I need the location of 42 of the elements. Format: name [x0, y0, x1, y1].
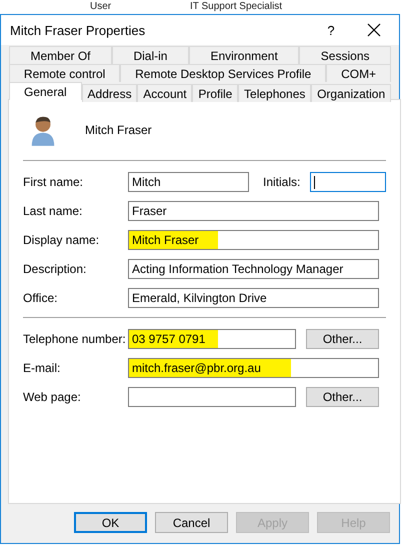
text-field[interactable] [310, 172, 386, 192]
dialog-button[interactable]: OK [74, 512, 147, 533]
tab[interactable]: COM+ [326, 64, 391, 82]
field-label: Initials: [263, 175, 300, 189]
text-field[interactable]: Mitch [128, 172, 249, 192]
user-avatar-icon [29, 114, 57, 146]
tab[interactable]: Telephones [238, 84, 312, 102]
field-label: First name: [23, 175, 84, 189]
tab[interactable]: Remote control [9, 64, 120, 82]
text-field[interactable]: 03 9757 0791 [128, 329, 296, 349]
window-title: Mitch Fraser Properties [9, 22, 146, 38]
other-button[interactable]: Other... [306, 387, 379, 407]
tab[interactable]: Address [82, 84, 138, 102]
text-field[interactable]: Emerald, Kilvington Drive [128, 288, 379, 308]
tab[interactable]: Dial-in [112, 46, 189, 64]
background-text: User [90, 1, 112, 13]
text-field[interactable]: Fraser [128, 201, 379, 221]
tab[interactable]: Remote Desktop Services Profile [120, 64, 326, 82]
tab[interactable]: Organization [311, 84, 391, 102]
tab[interactable]: Account [137, 84, 192, 102]
other-button[interactable]: Other... [306, 329, 379, 349]
tab[interactable]: Member Of [9, 46, 112, 64]
tab[interactable]: Sessions [299, 46, 391, 64]
tab[interactable]: Environment [188, 46, 300, 64]
text-field[interactable]: Acting Information Technology Manager [128, 259, 379, 279]
tab[interactable]: General [9, 82, 82, 100]
field-label: Description: [23, 262, 88, 276]
dialog-button[interactable]: Cancel [155, 512, 228, 533]
text-field[interactable]: Mitch Fraser [128, 230, 379, 250]
user-name: Mitch Fraser [85, 123, 152, 137]
field-label: Office: [23, 291, 58, 305]
close-icon[interactable] [366, 22, 382, 38]
field-label: Web page: [23, 390, 82, 404]
field-label: E-mail: [23, 361, 62, 375]
text-field[interactable] [128, 387, 296, 407]
field-label: Telephone number: [23, 332, 127, 346]
text-field[interactable]: mitch.fraser@pbr.org.au [128, 358, 379, 378]
help-button[interactable]: ? [316, 22, 346, 38]
field-label: Display name: [23, 233, 100, 247]
background-text: IT Support Specialist [190, 1, 282, 13]
field-label: Last name: [23, 204, 84, 218]
tab[interactable]: Profile [192, 84, 238, 102]
